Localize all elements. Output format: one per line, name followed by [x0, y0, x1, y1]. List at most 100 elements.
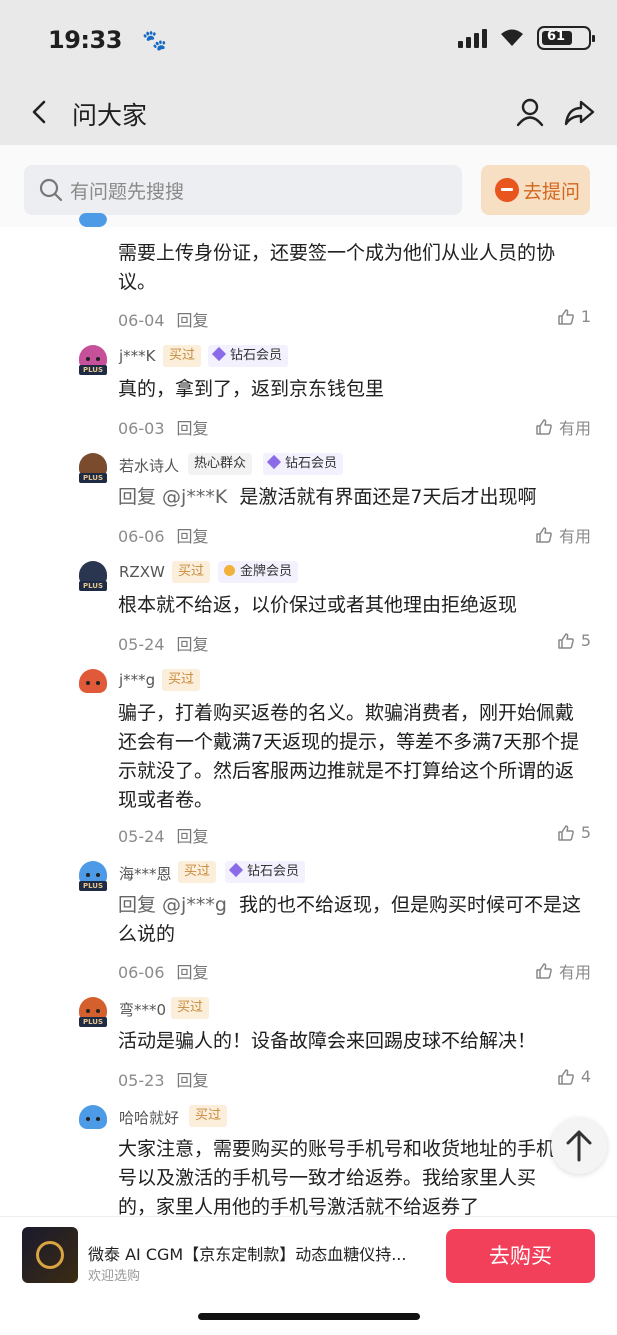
home-indicator[interactable] [198, 1313, 420, 1320]
reply-target[interactable]: 回复 @j***g [118, 894, 227, 916]
username: RZXW [119, 563, 165, 581]
status-time: 19:33 [48, 26, 122, 54]
member-level-badge: 钻石会员 [263, 453, 344, 475]
comment-meta: 06-06 回复 [118, 959, 209, 983]
thumbs-up-icon [558, 824, 574, 841]
comment-text: 根本就不给返，以价保过或者其他理由拒绝返现 [118, 594, 518, 616]
reply-button[interactable]: 回复 [177, 635, 209, 654]
bought-badge: 买过 [178, 861, 217, 883]
arrow-up-icon [566, 1130, 592, 1162]
like-count: 1 [580, 307, 591, 326]
comment-date: 05-24 [118, 827, 165, 846]
search-input[interactable]: 有问题先搜搜 [24, 165, 462, 215]
battery-level: 61 [547, 29, 566, 44]
comment-date: 05-23 [118, 1071, 165, 1090]
comment-meta: 05-23 回复 [118, 1067, 209, 1091]
nav-bar: 问大家 [0, 80, 617, 145]
username: 海***恩 [119, 865, 172, 883]
reply-button[interactable]: 回复 [177, 419, 209, 438]
scroll-to-top-button[interactable] [551, 1118, 607, 1174]
ask-question-label: 去提问 [523, 181, 581, 203]
username: j***g [119, 671, 156, 689]
comment-meta: 05-24 回复 [118, 823, 209, 847]
like-button[interactable]: 1 [557, 307, 591, 326]
reply-button[interactable]: 回复 [177, 1071, 209, 1090]
hot-fan-badge: 热心群众 [188, 453, 253, 475]
thumbs-up-icon [558, 632, 574, 649]
username: 哈哈就好 [119, 1109, 180, 1127]
member-level-badge: 钻石会员 [225, 861, 306, 883]
like-count: 4 [580, 1067, 591, 1086]
member-level-badge: 金牌会员 [218, 561, 299, 583]
like-count: 有用 [558, 419, 591, 438]
search-icon [39, 178, 63, 202]
comment-meta: 06-04 回复 [118, 307, 209, 331]
ask-question-button[interactable]: 去提问 [481, 165, 590, 215]
product-image[interactable] [22, 1227, 78, 1283]
paw-icon: 🐾 [142, 28, 167, 52]
comment-meta: 05-24 回复 [118, 631, 209, 655]
comment-text: 回复 @j***g 我的也不给返现，但是购买时候可不是这么说的 [118, 891, 592, 949]
member-level-badge: 钻石会员 [208, 345, 289, 367]
bought-badge: 买过 [189, 1105, 228, 1127]
status-bar: 19:33 🐾 61 [0, 0, 617, 80]
avatar[interactable] [79, 213, 107, 227]
like-button[interactable]: 有用 [535, 959, 591, 983]
reply-button[interactable]: 回复 [177, 963, 209, 982]
avatar[interactable]: PLUS [79, 453, 107, 483]
comment-text: 活动是骗人的！设备故障会来回踢皮球不给解决！ [118, 1030, 537, 1052]
member-level-text: 钻石会员 [285, 456, 338, 471]
bought-badge: 买过 [163, 345, 202, 367]
like-button[interactable]: 5 [557, 823, 591, 842]
battery-icon: 61 [537, 26, 595, 50]
diamond-icon [211, 346, 227, 362]
bought-badge: 买过 [171, 997, 210, 1019]
diamond-icon [266, 454, 282, 470]
product-subtitle: 欢迎选购 [88, 1269, 141, 1284]
username: j***K [119, 347, 156, 365]
like-count: 有用 [558, 963, 591, 982]
username: 弯***0 [119, 1001, 167, 1019]
reply-button[interactable]: 回复 [177, 827, 209, 846]
like-button[interactable]: 有用 [535, 523, 591, 547]
comment-date: 06-06 [118, 963, 165, 982]
avatar[interactable]: PLUS [79, 345, 107, 375]
buy-button[interactable]: 去购买 [446, 1229, 595, 1283]
gold-medal-icon [224, 565, 235, 576]
comment-body: 是激活就有界面还是7天后才出现啊 [239, 486, 537, 508]
comment-text: 真的，拿到了，返到京东钱包里 [118, 378, 385, 400]
thumbs-up-icon [536, 419, 552, 435]
bought-badge: 买过 [172, 561, 211, 583]
avatar[interactable]: PLUS [79, 561, 107, 591]
product-title[interactable]: 微泰 AI CGM【京东定制款】动态血糖仪持... [88, 1241, 418, 1265]
reply-button[interactable]: 回复 [177, 311, 209, 330]
share-icon[interactable] [562, 96, 596, 128]
user-icon[interactable] [514, 96, 546, 128]
signal-icon [458, 28, 487, 48]
like-button[interactable]: 有用 [535, 415, 591, 439]
thumbs-up-icon [536, 527, 552, 543]
question-bubble-icon [495, 178, 519, 202]
reply-target[interactable]: 回复 @j***K [118, 486, 227, 508]
comment-date: 05-24 [118, 635, 165, 654]
thumbs-up-icon [558, 1068, 574, 1085]
comment-text: 骗子，打着购买返卷的名义。欺骗消费者，刚开始佩戴还会有一个戴满7天返现的提示，等… [118, 702, 580, 811]
avatar[interactable]: PLUS [79, 861, 107, 891]
comment-text: 需要上传身份证，还要签一个成为他们从业人员的协议。 [118, 242, 556, 293]
avatar[interactable] [79, 669, 107, 697]
reply-button[interactable]: 回复 [177, 527, 209, 546]
like-count: 有用 [558, 527, 591, 546]
bought-badge: 买过 [162, 669, 201, 691]
like-button[interactable]: 5 [557, 631, 591, 650]
comment-date: 06-04 [118, 311, 165, 330]
diamond-icon [228, 862, 244, 878]
comment-meta: 06-06 回复 [118, 523, 209, 547]
back-icon[interactable] [26, 96, 54, 128]
avatar[interactable]: PLUS [79, 997, 107, 1027]
status-icons: 61 [458, 26, 595, 50]
thumbs-up-icon [536, 963, 552, 979]
avatar[interactable] [79, 1105, 107, 1133]
like-button[interactable]: 4 [557, 1067, 591, 1086]
comment-date: 06-03 [118, 419, 165, 438]
thumbs-up-icon [558, 308, 574, 325]
